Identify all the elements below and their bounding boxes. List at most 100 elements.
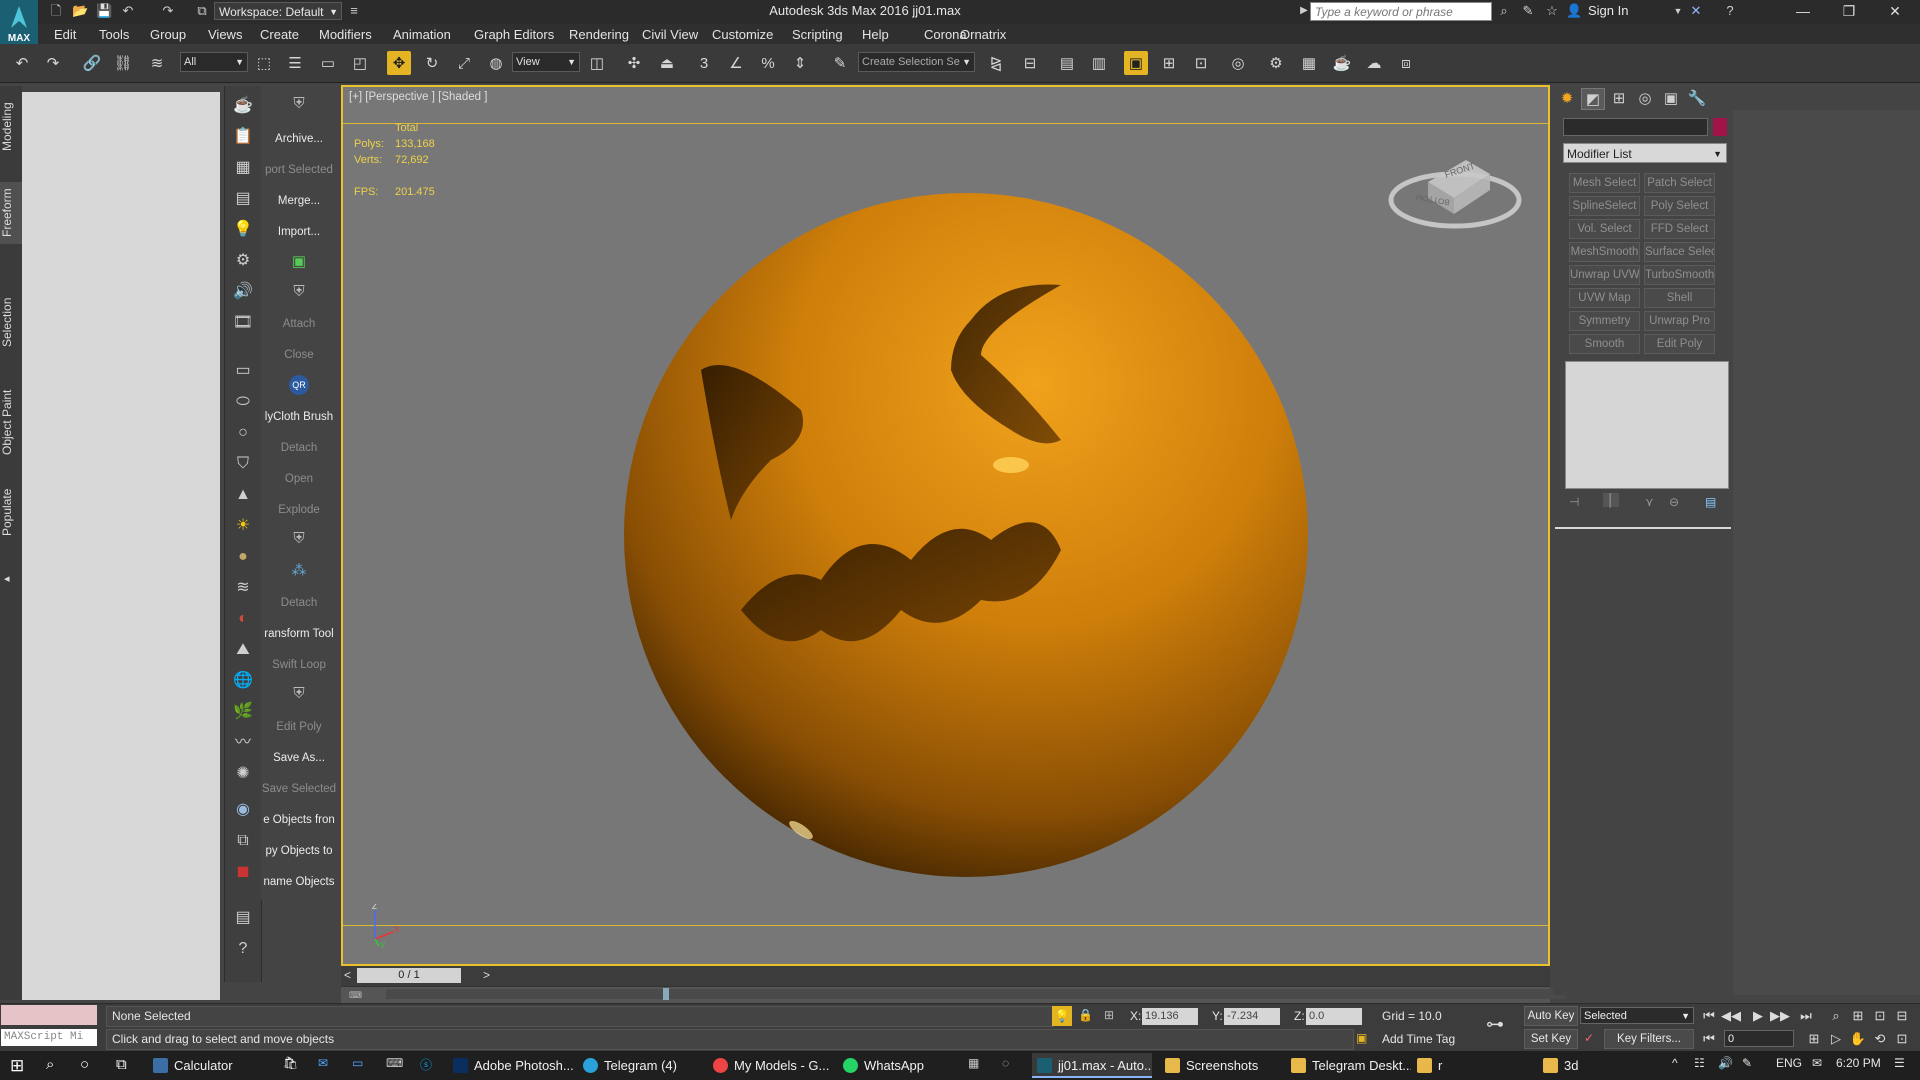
configure-modifier-sets-icon[interactable]: ▤	[1705, 495, 1716, 509]
ribbon-expand-icon[interactable]: ◂	[4, 572, 10, 585]
z-coordinate-field[interactable]: 0.0	[1306, 1008, 1362, 1025]
modifier-mesh-select[interactable]: Mesh Select	[1569, 173, 1640, 193]
pin-stack-icon[interactable]: ⊣	[1569, 495, 1579, 509]
perspective-viewport[interactable]: [+] [Perspective ] [Shaded ] Total Polys…	[341, 85, 1550, 966]
copy-objects-to-button[interactable]: py Objects to	[261, 842, 337, 860]
select-place-icon[interactable]: ◍	[484, 51, 508, 75]
make-unique-icon[interactable]: ⋎	[1645, 495, 1654, 509]
key-filters-button[interactable]: Key Filters...	[1604, 1029, 1694, 1049]
key-mode-toggle-icon[interactable]: ⏮	[1699, 1029, 1719, 1049]
auto-key-button[interactable]: Auto Key	[1524, 1006, 1578, 1026]
modify-tab-icon[interactable]: ◩	[1581, 88, 1605, 110]
maxscript-mini-listener[interactable]: MAXScript Mi	[1, 1029, 97, 1046]
previous-frame-icon[interactable]: ◀◀	[1721, 1006, 1741, 1026]
field-of-view-icon[interactable]: ▷	[1826, 1029, 1846, 1049]
manipulate-icon[interactable]: ✣	[622, 51, 646, 75]
rectangular-selection-icon[interactable]: ▭	[316, 51, 340, 75]
menu-tools[interactable]: Tools	[99, 27, 129, 42]
modifier-stack[interactable]	[1565, 361, 1729, 489]
cube-render-icon[interactable]: ◼	[231, 860, 255, 884]
menu-ornatrix[interactable]: Ornatrix	[960, 27, 1006, 42]
orbit-icon[interactable]: ⟲	[1870, 1029, 1890, 1049]
select-object-icon[interactable]: ⬚	[252, 51, 276, 75]
reference-coordinate-dropdown[interactable]: View ▼	[512, 52, 580, 72]
menu-scripting[interactable]: Scripting	[792, 27, 843, 42]
tray-chevron-icon[interactable]: ^	[1672, 1056, 1678, 1070]
key-mode-dropdown[interactable]: Selected ▼	[1580, 1007, 1694, 1024]
spinner-snap-icon[interactable]: ⇕	[788, 51, 812, 75]
schematic-view-icon[interactable]: ⊡	[1189, 51, 1213, 75]
show-end-result-icon[interactable]: │	[1603, 493, 1619, 507]
windows-start-icon[interactable]: ⊞	[10, 1056, 24, 1076]
task-telegram[interactable]: Telegram (4)	[578, 1053, 703, 1078]
help-icon[interactable]: ?	[1722, 3, 1738, 19]
attach-button[interactable]: Attach	[261, 315, 337, 333]
circle-icon[interactable]: ○	[231, 421, 255, 445]
mountain-icon[interactable]: ⛰	[231, 638, 255, 662]
desktop-icon[interactable]: ▭	[352, 1056, 363, 1070]
object-color-swatch[interactable]	[1713, 118, 1727, 136]
task-view-icon[interactable]: ⧉	[116, 1056, 127, 1073]
merge-button[interactable]: Merge...	[261, 192, 337, 210]
mirror-icon[interactable]: ⧎	[984, 51, 1008, 75]
menu-group[interactable]: Group	[150, 27, 186, 42]
select-by-name-icon[interactable]: ☰	[283, 51, 307, 75]
maximize-viewport-icon[interactable]: ⊡	[1892, 1029, 1912, 1049]
clipboard-icon[interactable]: 📋	[231, 125, 255, 149]
workspace-menu-icon[interactable]: ≡	[346, 3, 362, 19]
current-frame-field[interactable]: 0	[1724, 1030, 1794, 1047]
new-file-icon[interactable]: 🗋	[48, 3, 64, 19]
go-to-start-icon[interactable]: ⏮	[1699, 1006, 1719, 1026]
transform-tool-button[interactable]: ransform Tool	[261, 625, 337, 643]
task-3dsmax[interactable]: jj01.max - Auto...	[1032, 1053, 1152, 1078]
favorites-star-icon[interactable]: ☆	[1544, 3, 1560, 19]
modifier-smooth[interactable]: Smooth	[1569, 334, 1640, 354]
menu-edit[interactable]: Edit	[54, 27, 76, 42]
modifier-patch-select[interactable]: Patch Select	[1644, 173, 1715, 193]
menu-animation[interactable]: Animation	[393, 27, 451, 42]
frame-counter[interactable]: 0 / 1	[357, 968, 461, 983]
menu-civil-view[interactable]: Civil View	[642, 27, 698, 42]
sign-in-link[interactable]: Sign In	[1588, 3, 1628, 18]
search-input[interactable]: Type a keyword or phrase	[1310, 2, 1492, 21]
explode-button[interactable]: Explode	[261, 501, 337, 519]
absolute-mode-icon[interactable]: ⊞	[1104, 1008, 1114, 1022]
modifier-unwrap-uvw[interactable]: Unwrap UVW	[1569, 265, 1640, 285]
go-to-end-icon[interactable]: ⏭	[1796, 1006, 1816, 1026]
volume-icon[interactable]: 🔊	[1718, 1056, 1733, 1070]
task-photoshop[interactable]: Adobe Photosh...	[448, 1053, 573, 1078]
detach-button-2[interactable]: Detach	[261, 594, 337, 612]
menu-graph-editors[interactable]: Graph Editors	[474, 27, 554, 42]
modifier-list-dropdown[interactable]: Modifier List ▼	[1563, 143, 1727, 163]
import-button[interactable]: Import...	[261, 223, 337, 241]
undo-icon[interactable]: ↶	[120, 3, 136, 19]
speaker-icon[interactable]: 🔊	[231, 280, 255, 304]
cone-icon[interactable]: ▲	[231, 483, 255, 507]
modifier-poly-select[interactable]: Poly Select	[1644, 196, 1715, 216]
grass-icon[interactable]: 🌿	[231, 700, 255, 724]
save-file-icon[interactable]: 💾	[96, 3, 112, 19]
set-key-button[interactable]: Set Key	[1524, 1029, 1578, 1049]
film-reel-icon[interactable]: 🎞	[231, 311, 255, 335]
teapot-gear-icon[interactable]: ⚙	[231, 249, 255, 273]
select-move-icon[interactable]: ✥	[387, 51, 411, 75]
menu-help[interactable]: Help	[862, 27, 889, 42]
app-icon[interactable]: ▦	[968, 1056, 979, 1070]
green-screen-icon[interactable]: ▣	[287, 252, 311, 272]
pot-icon[interactable]: ⛉	[231, 452, 255, 476]
menu-customize[interactable]: Customize	[712, 27, 773, 42]
input-icon[interactable]: ✎	[1742, 1056, 1752, 1070]
pumpkin-sphere-model[interactable]	[621, 190, 1311, 880]
glossy-sphere-icon[interactable]: ◉	[231, 798, 255, 822]
modifier-meshsmooth[interactable]: MeshSmooth	[1569, 242, 1640, 262]
mini-curve-editor-icon[interactable]: ⌨	[349, 990, 362, 1001]
bulb-toolbox-icon[interactable]: 💡	[231, 218, 255, 242]
modifier-edit-poly[interactable]: Edit Poly	[1644, 334, 1715, 354]
teapot-icon[interactable]: ☕	[231, 94, 255, 118]
task-whatsapp[interactable]: WhatsApp	[838, 1053, 958, 1078]
table-icon[interactable]: ▤	[231, 187, 255, 211]
keyboard-shortcut-icon[interactable]: ⏏	[655, 51, 679, 75]
utilities-tab-icon[interactable]: 🔧	[1685, 88, 1709, 110]
store-icon[interactable]: 🛍	[283, 1056, 298, 1070]
subscription-icon[interactable]: ✎	[1520, 3, 1536, 19]
